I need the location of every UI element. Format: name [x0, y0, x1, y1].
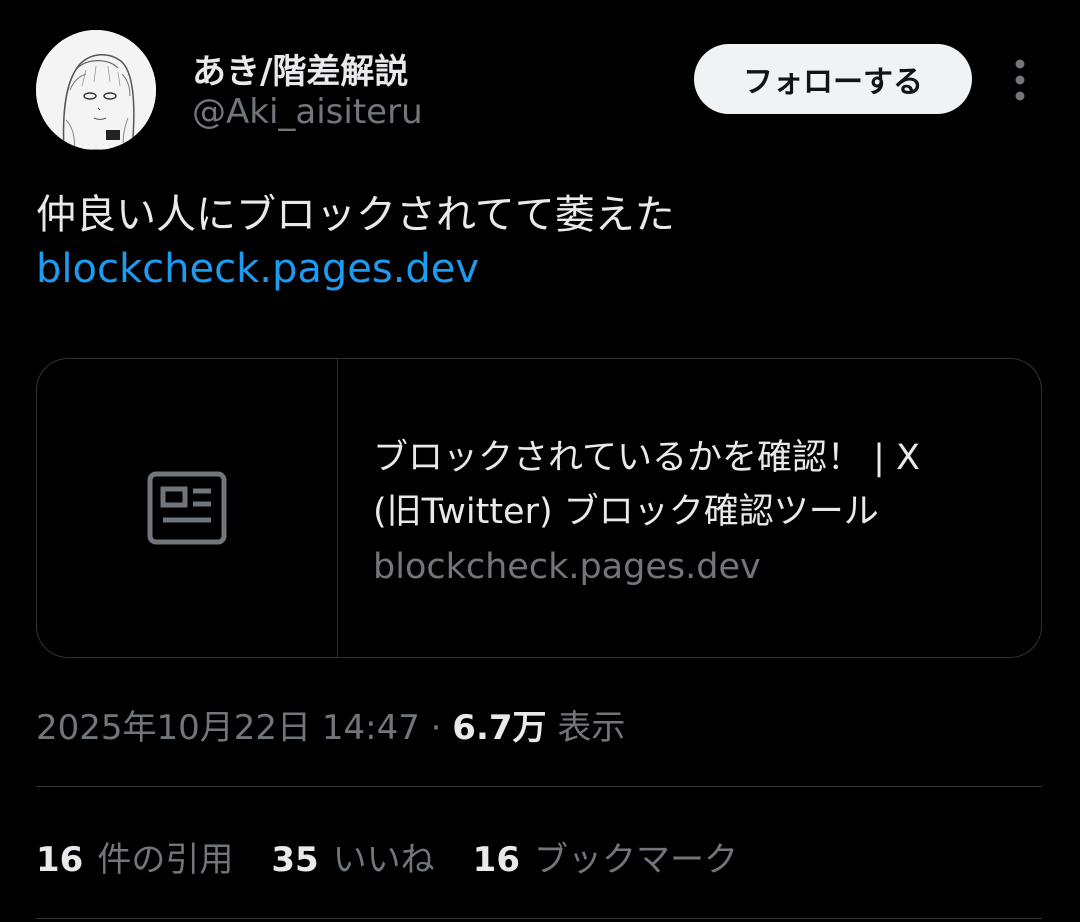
more-vertical-icon: [1015, 59, 1025, 101]
author-handle[interactable]: @Aki_aisiteru: [192, 92, 423, 132]
divider: [36, 786, 1042, 787]
card-domain: blockcheck.pages.dev: [373, 547, 761, 587]
quotes-stat[interactable]: 16 件の引用: [36, 832, 233, 881]
likes-stat[interactable]: 35 いいね: [271, 832, 434, 881]
avatar-illustration: [36, 30, 156, 150]
tweet-link[interactable]: blockcheck.pages.dev: [36, 246, 479, 292]
avatar[interactable]: [36, 30, 156, 150]
author-display-name[interactable]: あき/階差解説: [192, 44, 408, 93]
card-text: ブロックされているかを確認！ | X (旧Twitter) ブロック確認ツール …: [373, 431, 1013, 595]
tweet-meta: 2025年10月22日 14:47 · 6.7万 表示: [36, 700, 625, 749]
quotes-count: 16: [36, 840, 84, 880]
bookmarks-count: 16: [472, 840, 520, 880]
engagement-stats: 16 件の引用 35 いいね 16 ブックマーク: [36, 832, 776, 881]
bookmarks-label: ブックマーク: [533, 840, 738, 880]
more-options-button[interactable]: [1000, 52, 1040, 108]
quotes-label: 件の引用: [97, 840, 234, 880]
bookmarks-stat[interactable]: 16 ブックマーク: [473, 832, 738, 881]
article-icon: [147, 471, 227, 545]
likes-count: 35: [271, 840, 319, 880]
meta-separator: ·: [430, 708, 442, 748]
views-label: 表示: [557, 708, 626, 748]
card-title-line-1: ブロックされているかを確認！ | X: [373, 438, 920, 478]
link-preview-card[interactable]: ブロックされているかを確認！ | X (旧Twitter) ブロック確認ツール …: [36, 358, 1042, 658]
divider: [36, 918, 1042, 919]
views-count: 6.7万: [452, 708, 547, 748]
follow-button[interactable]: フォローする: [694, 44, 972, 114]
tweet-text: 仲良い人にブロックされてて萎えた: [36, 192, 675, 238]
likes-label: いいね: [332, 840, 435, 880]
timestamp[interactable]: 2025年10月22日 14:47: [36, 708, 420, 748]
card-title-line-2: (旧Twitter) ブロック確認ツール: [373, 492, 879, 532]
card-thumbnail: [37, 359, 338, 657]
follow-button-label: フォローする: [743, 65, 923, 100]
